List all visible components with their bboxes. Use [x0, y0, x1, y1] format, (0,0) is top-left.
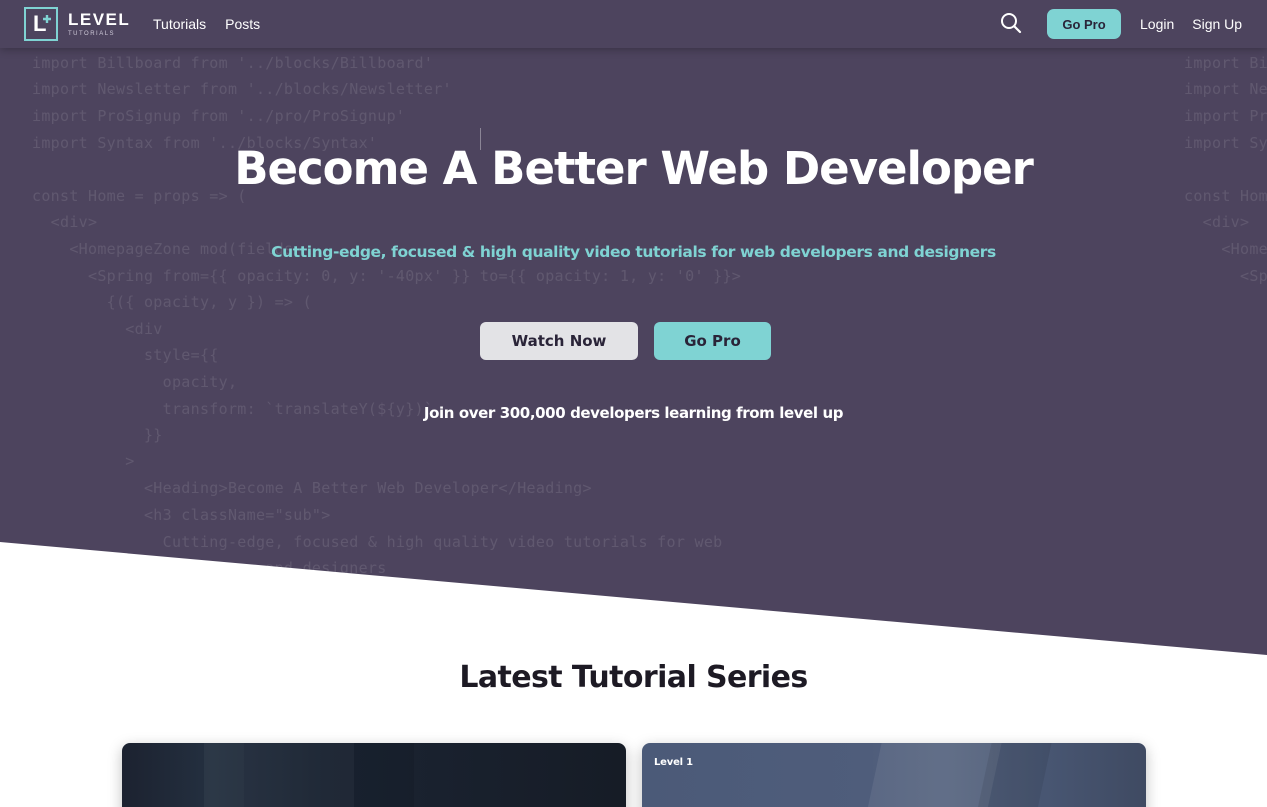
nav-link-tutorials[interactable]: Tutorials — [153, 16, 206, 32]
series-card[interactable]: Level 1 — [642, 743, 1146, 807]
watch-now-button[interactable]: Watch Now — [480, 322, 638, 360]
logo-mark-icon: L — [24, 7, 58, 41]
hero-join-text: Join over 300,000 developers learning fr… — [423, 404, 844, 422]
hero-go-pro-button[interactable]: Go Pro — [654, 322, 771, 360]
navbar: L LEVEL TUTORIALS Tutorials Posts Go Pro… — [0, 0, 1267, 48]
nav-auth-links: Login Sign Up — [1140, 0, 1242, 48]
series-card[interactable] — [122, 743, 626, 807]
login-link[interactable]: Login — [1140, 16, 1174, 32]
logo-subtitle: TUTORIALS — [68, 31, 116, 37]
signup-link[interactable]: Sign Up — [1192, 16, 1242, 32]
latest-series-title: Latest Tutorial Series — [459, 660, 808, 695]
hero-title: Become A Better Web Developer — [234, 142, 1034, 195]
logo[interactable]: L LEVEL TUTORIALS — [24, 6, 130, 42]
hero-subtitle: Cutting-edge, focused & high quality vid… — [271, 243, 996, 261]
nav-link-posts[interactable]: Posts — [225, 16, 260, 32]
logo-word: LEVEL — [68, 10, 131, 29]
hero-actions: Watch Now Go Pro — [480, 322, 771, 360]
series-card-label: Level 1 — [654, 757, 693, 768]
nav-links: Tutorials Posts — [153, 0, 260, 48]
search-icon[interactable] — [1000, 12, 1022, 34]
nav-go-pro-button[interactable]: Go Pro — [1047, 9, 1121, 39]
homepage: import Billboard from '../blocks/Billboa… — [0, 0, 1267, 807]
